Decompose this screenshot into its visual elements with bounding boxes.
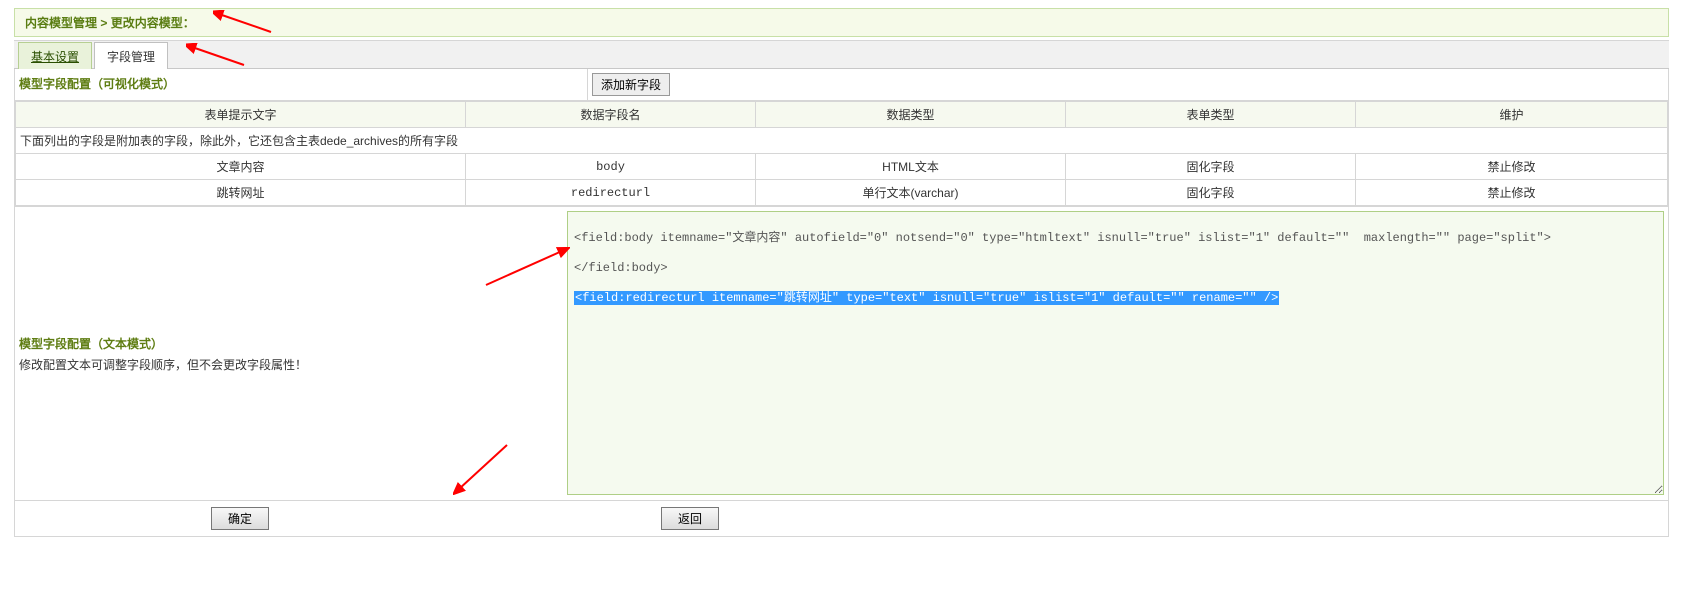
cell-field: redirecturl: [466, 180, 756, 206]
tab-bar: 基本设置 字段管理: [14, 40, 1669, 69]
back-button[interactable]: 返回: [661, 507, 719, 530]
ok-button[interactable]: 确定: [211, 507, 269, 530]
add-field-button[interactable]: 添加新字段: [592, 73, 670, 96]
col-header-label: 表单提示文字: [16, 102, 466, 128]
code-line-selected: <field:redirecturl itemname="跳转网址" type=…: [574, 291, 1279, 305]
breadcrumb-seg2: 更改内容模型：: [111, 16, 195, 30]
table-note-row: 下面列出的字段是附加表的字段，除此外，它还包含主表dede_archives的所…: [16, 128, 1668, 154]
section-text-hint: 修改配置文本可调整字段顺序，但不会更改字段属性！: [19, 356, 559, 373]
cell-field: body: [466, 154, 756, 180]
section-text-title: 模型字段配置（文本模式）: [19, 335, 559, 352]
table-row: 跳转网址 redirecturl 单行文本(varchar) 固化字段 禁止修改: [16, 180, 1668, 206]
annotation-arrow-icon: [186, 43, 246, 67]
breadcrumb-seg1[interactable]: 内容模型管理: [25, 16, 97, 30]
code-line: <field:body itemname="文章内容" autofield="0…: [574, 230, 1657, 246]
col-header-dtype: 数据类型: [756, 102, 1066, 128]
breadcrumb-sep: >: [97, 16, 111, 30]
breadcrumb: 内容模型管理 > 更改内容模型：: [14, 8, 1669, 37]
col-header-ftype: 表单类型: [1066, 102, 1356, 128]
cell-dtype: HTML文本: [756, 154, 1066, 180]
cell-maint: 禁止修改: [1356, 180, 1668, 206]
cell-label: 文章内容: [16, 154, 466, 180]
table-row: 文章内容 body HTML文本 固化字段 禁止修改: [16, 154, 1668, 180]
cell-label: 跳转网址: [16, 180, 466, 206]
tab-basic-settings[interactable]: 基本设置: [18, 42, 92, 69]
section-visual-title: 模型字段配置（可视化模式）: [15, 69, 588, 100]
cell-maint: 禁止修改: [1356, 154, 1668, 180]
col-header-field: 数据字段名: [466, 102, 756, 128]
fields-table: 表单提示文字 数据字段名 数据类型 表单类型 维护 下面列出的字段是附加表的字段…: [15, 101, 1668, 206]
cell-ftype: 固化字段: [1066, 154, 1356, 180]
xml-config-textarea[interactable]: <field:body itemname="文章内容" autofield="0…: [567, 211, 1664, 495]
code-line: </field:body>: [574, 260, 1657, 276]
annotation-arrow-icon: [213, 10, 273, 34]
cell-ftype: 固化字段: [1066, 180, 1356, 206]
cell-dtype: 单行文本(varchar): [756, 180, 1066, 206]
tab-field-management[interactable]: 字段管理: [94, 42, 168, 69]
col-header-maint: 维护: [1356, 102, 1668, 128]
